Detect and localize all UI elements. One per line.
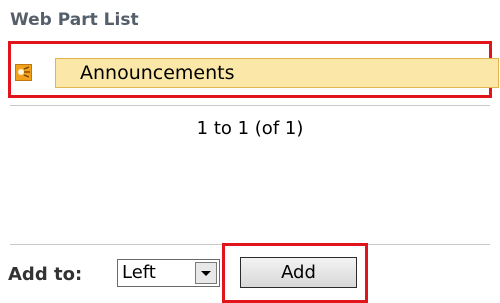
- list-item[interactable]: Announcements: [13, 57, 499, 90]
- zone-select-value: Left: [122, 262, 156, 283]
- paging-status: 1 to 1 (of 1): [196, 118, 304, 139]
- list-item-label[interactable]: Announcements: [55, 58, 499, 88]
- zone-select[interactable]: Left: [117, 259, 220, 287]
- add-to-label: Add to:: [8, 264, 83, 285]
- divider: [10, 105, 490, 106]
- add-button[interactable]: Add: [240, 257, 357, 288]
- web-part-list-title: Web Part List: [10, 10, 139, 30]
- chevron-down-icon[interactable]: [195, 262, 217, 284]
- announcement-icon: [15, 64, 32, 81]
